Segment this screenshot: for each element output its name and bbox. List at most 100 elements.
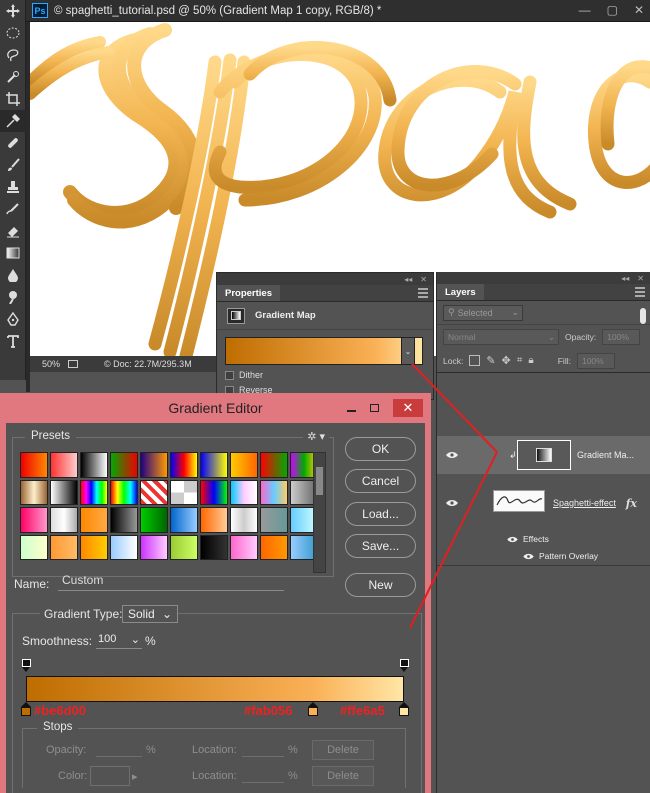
preset-swatch[interactable] <box>50 534 78 560</box>
restore-icon[interactable]: ▢ <box>607 3 618 17</box>
share-icon[interactable] <box>68 360 79 368</box>
preset-swatch[interactable] <box>80 507 108 533</box>
eye-icon[interactable] <box>446 499 458 507</box>
lock-artboard-icon[interactable]: ⌗ <box>517 355 523 366</box>
fx-icon[interactable]: fx <box>626 497 637 510</box>
panel-close-icon[interactable]: ✕ <box>637 274 644 283</box>
stop-color-location-field[interactable] <box>242 767 284 783</box>
load-button[interactable]: Load... <box>345 502 416 526</box>
type-tool[interactable] <box>0 330 26 352</box>
preset-swatch[interactable] <box>20 479 48 505</box>
gradient-bar[interactable] <box>26 676 404 702</box>
eye-icon[interactable] <box>523 553 534 560</box>
layer-name[interactable]: Spaghetti-effect <box>553 498 616 508</box>
adjustment-thumbnail[interactable] <box>517 440 571 470</box>
gradient-tool[interactable] <box>0 242 26 264</box>
minimize-icon[interactable]: — <box>579 3 591 17</box>
eraser-tool[interactable] <box>0 220 26 242</box>
panel-menu-icon[interactable] <box>418 288 428 300</box>
preset-swatch[interactable] <box>140 479 168 505</box>
color-stop[interactable] <box>21 702 31 716</box>
preset-swatch[interactable] <box>50 507 78 533</box>
preset-swatch[interactable] <box>260 479 288 505</box>
preset-swatch[interactable] <box>110 534 138 560</box>
stop-location-field[interactable] <box>242 741 284 757</box>
name-field[interactable]: Custom <box>58 573 284 591</box>
layer-thumbnail[interactable] <box>493 490 545 512</box>
layer-filter-dropdown[interactable]: ⚲ Selected ⌄ <box>443 304 523 321</box>
preset-swatch[interactable] <box>230 452 258 478</box>
dodge-tool[interactable] <box>0 286 26 308</box>
gear-icon[interactable]: ✲ ▾ <box>303 430 329 443</box>
minimize-icon[interactable] <box>347 410 356 412</box>
tab-layers[interactable]: Layers <box>437 284 484 300</box>
tab-properties[interactable]: Properties <box>217 285 280 301</box>
preset-swatch[interactable] <box>140 534 168 560</box>
panel-close-icon[interactable]: ✕ <box>420 275 427 284</box>
color-stop[interactable] <box>308 702 319 716</box>
fill-field[interactable]: 100% <box>576 352 615 369</box>
maximize-icon[interactable] <box>370 404 379 412</box>
preset-swatch[interactable] <box>20 534 48 560</box>
delete-opacity-stop-button[interactable]: Delete <box>312 740 374 760</box>
gradient-preview[interactable] <box>225 337 423 365</box>
delete-color-stop-button[interactable]: Delete <box>312 766 374 786</box>
layer-gradient-map[interactable]: ↲ Gradient Ma... <box>437 436 650 474</box>
preset-swatch[interactable] <box>170 507 198 533</box>
opacity-stop[interactable] <box>21 659 31 672</box>
chevron-down-icon[interactable]: ⌄ <box>401 337 415 365</box>
document-tab-title[interactable]: © spaghetti_tutorial.psd @ 50% (Gradient… <box>54 5 381 17</box>
smoothness-field[interactable]: 100 ⌄ <box>96 633 142 649</box>
lock-position-icon[interactable]: ✥ <box>502 354 511 367</box>
preset-swatch[interactable] <box>170 534 198 560</box>
preset-swatch[interactable] <box>80 452 108 478</box>
effects-row[interactable]: Effects <box>507 534 549 544</box>
blend-mode-dropdown[interactable]: Normal ⌄ <box>443 329 559 345</box>
ok-button[interactable]: OK <box>345 437 416 461</box>
gradient-type-dropdown[interactable]: Solid ⌄ <box>122 605 178 623</box>
close-icon[interactable]: ✕ <box>634 3 644 17</box>
preset-swatch[interactable] <box>80 534 108 560</box>
stop-color-swatch[interactable] <box>90 766 130 786</box>
stop-opacity-field[interactable] <box>96 741 142 757</box>
lock-pixels-icon[interactable]: ✎ <box>486 354 495 367</box>
preset-swatch[interactable] <box>110 507 138 533</box>
quick-select-tool[interactable] <box>0 66 26 88</box>
collapse-icon[interactable]: ◂◂ <box>404 275 412 284</box>
dither-checkbox[interactable]: Dither <box>225 370 263 380</box>
brush-tool[interactable] <box>0 154 26 176</box>
marquee-tool[interactable] <box>0 22 26 44</box>
cancel-button[interactable]: Cancel <box>345 469 416 493</box>
eye-icon[interactable] <box>446 451 458 459</box>
collapse-icon[interactable]: ◂◂ <box>621 274 629 283</box>
dialog-titlebar[interactable]: Gradient Editor ✕ <box>0 393 431 423</box>
lock-all-icon[interactable]: 🔒︎ <box>528 355 533 366</box>
lasso-tool[interactable] <box>0 44 26 66</box>
stamp-tool[interactable] <box>0 176 26 198</box>
preset-swatch[interactable] <box>200 507 228 533</box>
eye-icon[interactable] <box>507 536 518 543</box>
preset-swatch[interactable] <box>200 534 228 560</box>
close-icon[interactable]: ✕ <box>393 399 423 417</box>
history-brush-tool[interactable] <box>0 198 26 220</box>
opacity-field[interactable]: 100% <box>602 329 641 345</box>
pen-tool[interactable] <box>0 308 26 330</box>
preset-swatch[interactable] <box>110 452 138 478</box>
preset-swatch[interactable] <box>140 452 168 478</box>
doc-size-info[interactable]: © Doc: 22.7M/295.3M <box>104 359 192 369</box>
preset-swatch[interactable] <box>260 507 288 533</box>
preset-swatch[interactable] <box>230 479 258 505</box>
eyedropper-tool[interactable] <box>0 110 26 132</box>
scrollbar-thumb[interactable] <box>316 467 323 495</box>
crop-tool[interactable] <box>0 88 26 110</box>
layer-spaghetti-effect[interactable]: Spaghetti-effect fx <box>437 482 650 524</box>
save-button[interactable]: Save... <box>345 534 416 558</box>
new-button[interactable]: New <box>345 573 416 597</box>
preset-swatch[interactable] <box>110 479 138 505</box>
preset-swatch[interactable] <box>200 479 228 505</box>
preset-swatch[interactable] <box>20 507 48 533</box>
zoom-level[interactable]: 50% <box>30 359 68 369</box>
layer-name[interactable]: Gradient Ma... <box>577 450 634 460</box>
presets-scrollbar[interactable] <box>313 452 326 573</box>
panel-menu-icon[interactable] <box>635 287 645 299</box>
